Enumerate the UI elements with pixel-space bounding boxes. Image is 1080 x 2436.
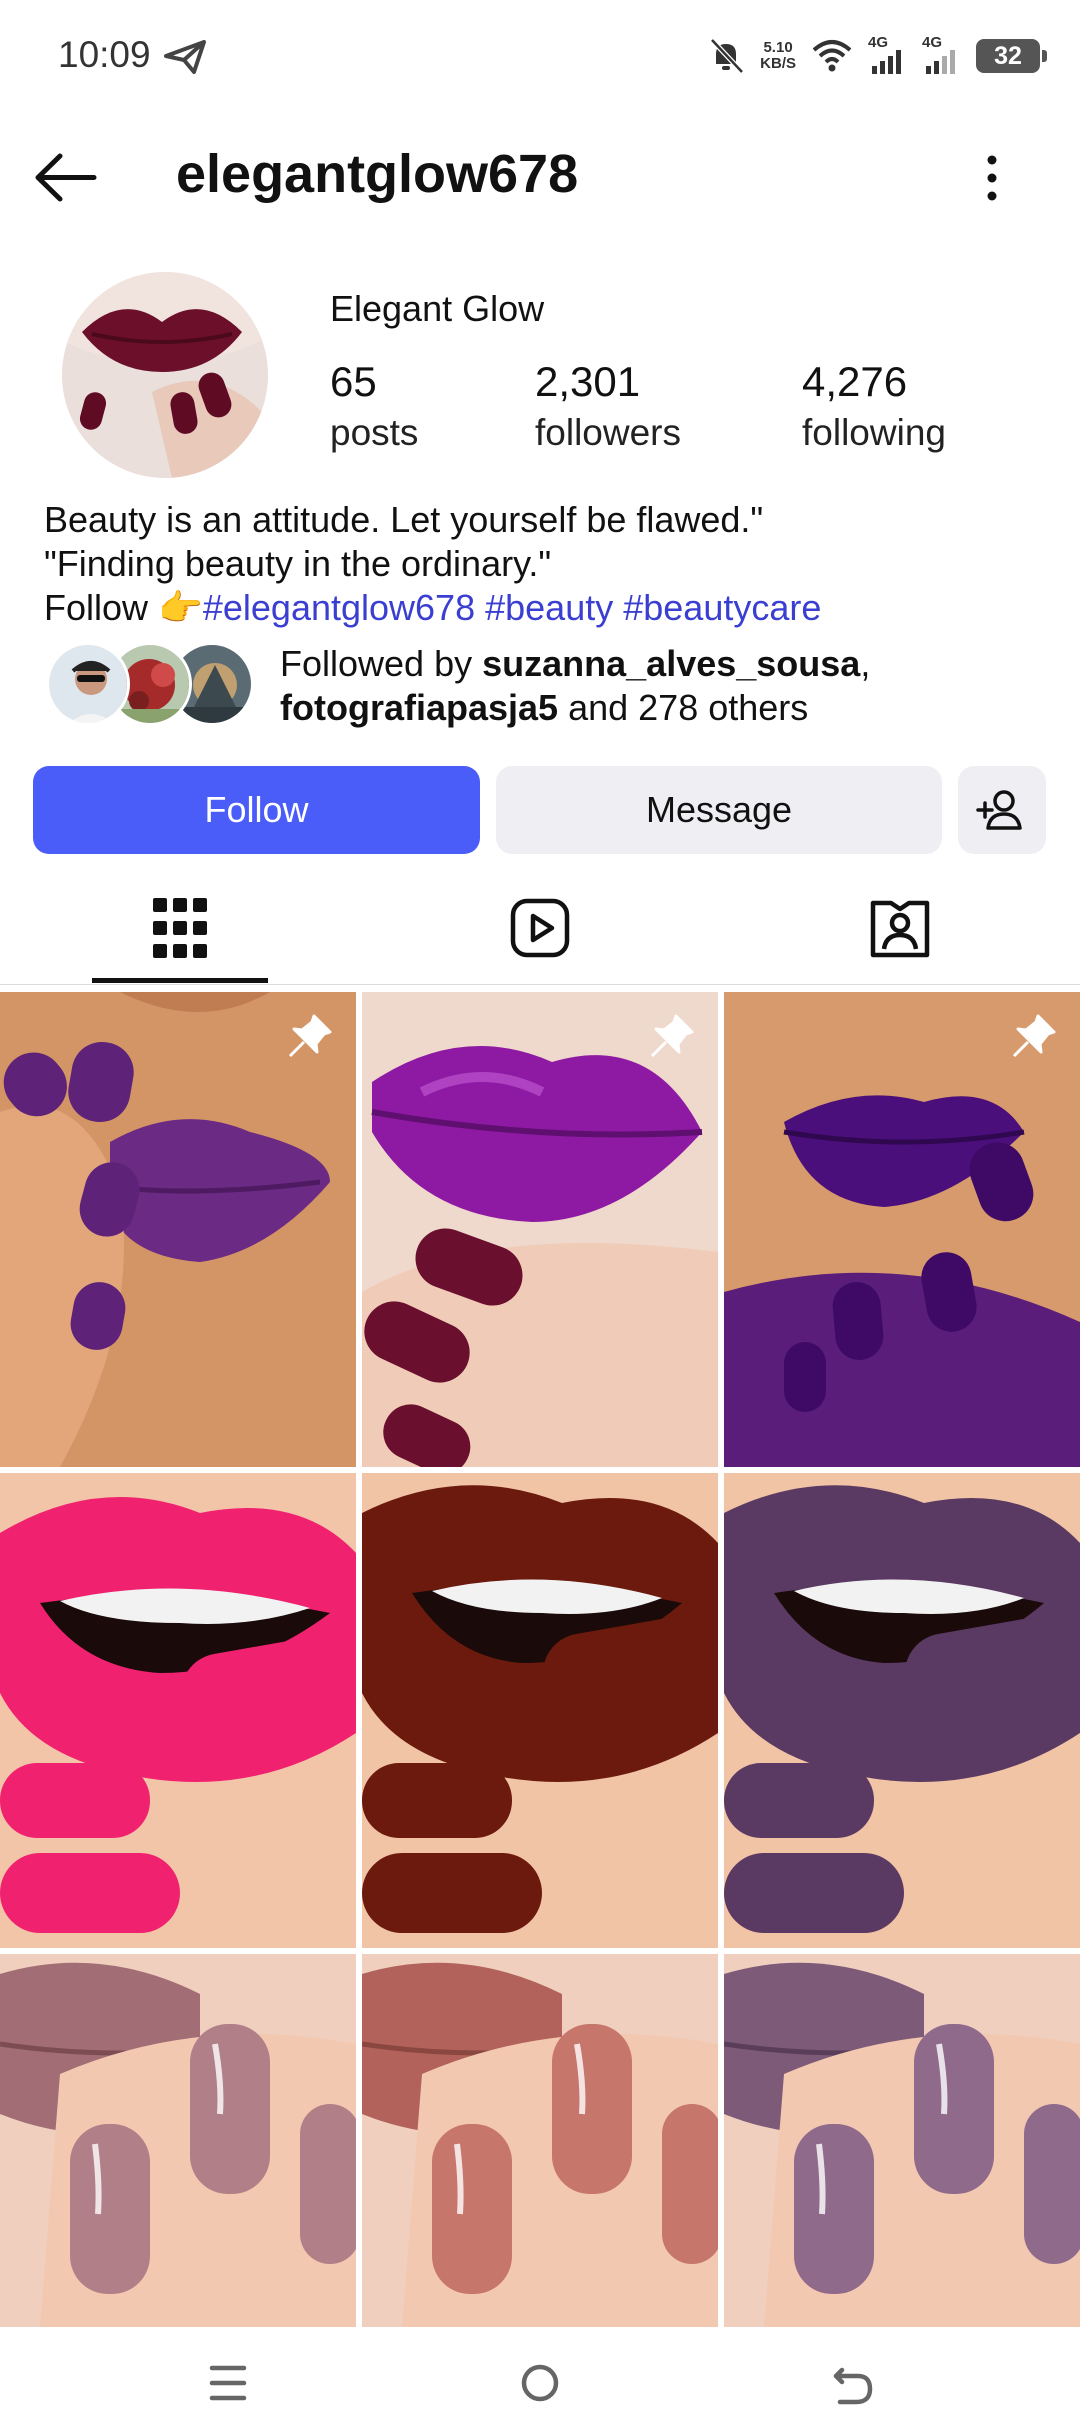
pinned-icon [650,1014,694,1058]
followed-user-1: suzanna_alves_sousa [482,643,861,684]
pinned-icon [288,1014,332,1058]
following-count: 4,276 [802,358,908,405]
more-options-icon[interactable] [972,148,1012,208]
following-stat[interactable]: 4,276 following [802,358,946,454]
network-speed: 5.10 KB/S [760,40,796,72]
add-user-icon [976,790,1022,830]
tab-tagged[interactable] [812,870,988,985]
followed-sep: , [860,643,871,684]
post-thumbnail[interactable] [724,1954,1080,2327]
posts-stat[interactable]: 65 posts [330,358,418,454]
notifications-off-icon [710,38,744,74]
profile-tabs [0,870,1080,985]
signal-2: 4G [922,34,962,76]
signal-bars-icon [926,50,955,74]
grid-icon [153,897,207,958]
post-thumbnail[interactable] [0,992,356,1467]
hashtag-link[interactable]: #beauty [485,587,613,628]
reels-icon [510,898,570,957]
home-icon[interactable] [510,2358,570,2408]
speed-unit: KB/S [760,55,796,72]
display-name: Elegant Glow [330,288,545,329]
wifi-icon [812,40,852,72]
followed-by-text[interactable]: Followed by suzanna_alves_sousa, fotogra… [280,642,1060,730]
bio-line-3: Follow 👉#elegantglow678 #beauty #beautyc… [44,586,1044,630]
back-arrow-icon[interactable] [30,150,100,205]
suggested-users-button[interactable] [958,766,1046,854]
bio-follow-prefix: Follow 👉 [44,587,203,628]
post-thumbnail[interactable] [362,1954,718,2327]
post-thumbnail[interactable] [724,1473,1080,1948]
followers-count: 2,301 [535,358,641,405]
status-bar: 10:09 5.10 KB/S 4G 4G 32 [0,0,1080,115]
followed-by-avatars[interactable] [46,642,256,728]
bio: Beauty is an attitude. Let yourself be f… [44,498,1044,630]
avatar[interactable] [62,272,268,478]
bio-line-1: Beauty is an attitude. Let yourself be f… [44,499,764,540]
following-label: following [802,412,946,453]
post-thumbnail[interactable] [724,992,1080,1467]
tab-reels[interactable] [452,870,628,985]
followers-label: followers [535,412,681,453]
signal-bars-icon [872,50,901,74]
followed-by-prefix: Followed by [280,643,483,684]
selected-tab-indicator [92,978,268,983]
recent-apps-icon[interactable] [198,2358,258,2408]
status-icons: 5.10 KB/S 4G 4G 32 [706,34,1047,78]
battery-indicator: 32 [976,39,1047,73]
pinned-icon [1012,1014,1056,1058]
speed-value: 5.10 [763,39,793,56]
profile-username: elegantglow678 [176,144,579,204]
posts-grid [0,992,1080,2327]
post-thumbnail[interactable] [0,1473,356,1948]
follower-avatar [46,642,130,726]
posts-label: posts [330,412,419,453]
hashtag-link[interactable]: #beautycare [623,587,821,628]
tab-posts-grid[interactable] [92,870,268,985]
follow-button[interactable]: Follow [33,766,480,854]
bio-line-2: "Finding beauty in the ordinary." [44,543,552,584]
posts-count: 65 [330,358,377,405]
network-type-1: 4G [868,34,889,51]
network-type-2: 4G [922,34,943,51]
telegram-send-icon [164,40,206,74]
post-thumbnail[interactable] [362,992,718,1467]
signal-1: 4G [868,34,908,76]
tagged-icon [870,900,930,957]
followers-stat[interactable]: 2,301 followers [535,358,681,454]
message-button[interactable]: Message [496,766,942,854]
post-thumbnail[interactable] [0,1954,356,2327]
hashtag-link[interactable]: #elegantglow678 [203,587,475,628]
followed-suffix: and 278 others [558,687,809,728]
back-icon[interactable] [822,2358,882,2408]
system-navigation-bar [0,2328,1080,2436]
followed-user-2: fotografiapasja5 [280,687,559,728]
post-thumbnail[interactable] [362,1473,718,1948]
status-time: 10:09 [58,34,151,75]
